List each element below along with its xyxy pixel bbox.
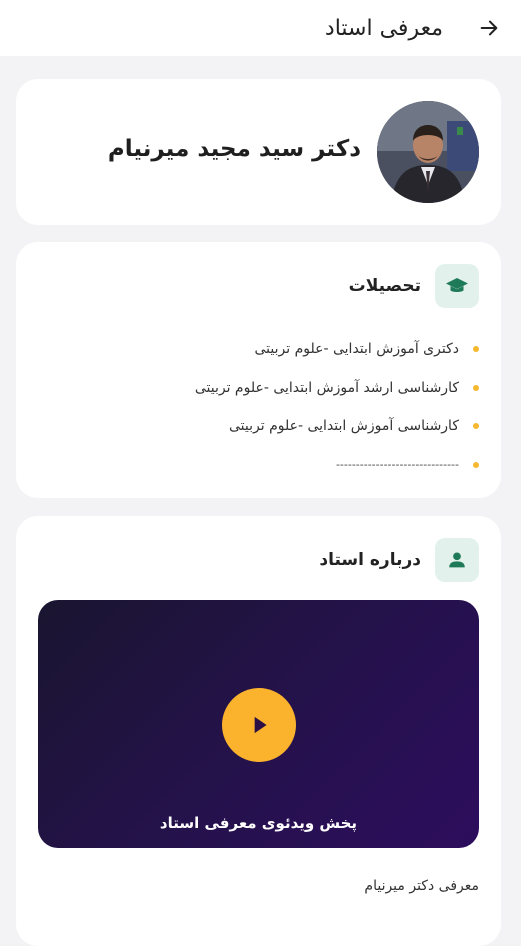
play-icon xyxy=(254,716,267,734)
education-icon-box xyxy=(435,264,479,308)
education-item-text: دکتری آموزش ابتدایی -علوم تربیتی xyxy=(254,341,459,358)
professor-name: دکتر سید مجید میرنیام xyxy=(107,136,361,162)
video-label: پخش ویدئوی معرفی استاد xyxy=(159,814,358,832)
intro-video-player[interactable]: پخش ویدئوی معرفی استاد xyxy=(38,600,479,848)
education-item-text: ------------------------------- xyxy=(335,458,459,472)
list-item: ------------------------------- xyxy=(195,446,479,485)
education-list: دکتری آموزش ابتدایی -علوم تربیتی کارشناس… xyxy=(195,330,479,484)
bullet-dot xyxy=(473,461,479,468)
list-item: دکتری آموزش ابتدایی -علوم تربیتی xyxy=(195,330,479,369)
about-header: درباره استاد xyxy=(319,538,479,582)
education-title: تحصیلات xyxy=(348,276,421,296)
app-header: معرفی استاد xyxy=(0,0,521,56)
education-header: تحصیلات xyxy=(349,264,479,308)
bullet-dot xyxy=(473,384,479,391)
about-title: درباره استاد xyxy=(319,550,421,570)
avatar xyxy=(377,101,479,203)
list-item: کارشناسی ارشد آموزش ابتدایی -علوم تربیتی xyxy=(195,369,479,408)
bullet-dot xyxy=(473,423,479,430)
about-icon-box xyxy=(435,538,479,582)
education-card: تحصیلات دکتری آموزش ابتدایی -علوم تربیتی… xyxy=(16,242,501,498)
person-icon xyxy=(449,552,465,568)
list-item: کارشناسی آموزش ابتدایی -علوم تربیتی xyxy=(195,407,479,446)
play-button[interactable] xyxy=(222,688,296,762)
profile-card: دکتر سید مجید میرنیام xyxy=(16,79,501,225)
about-description: معرفی دکتر میرنیام xyxy=(364,878,479,894)
bullet-dot xyxy=(473,346,479,353)
about-card: درباره استاد پخش ویدئوی معرفی استاد معرف… xyxy=(16,516,501,946)
back-button[interactable] xyxy=(469,8,509,48)
page-title: معرفی استاد xyxy=(324,15,443,41)
education-item-text: کارشناسی ارشد آموزش ابتدایی -علوم تربیتی xyxy=(194,379,459,396)
arrow-right-icon xyxy=(480,20,498,36)
education-item-text: کارشناسی آموزش ابتدایی -علوم تربیتی xyxy=(229,418,459,435)
graduation-cap-icon xyxy=(446,278,468,292)
